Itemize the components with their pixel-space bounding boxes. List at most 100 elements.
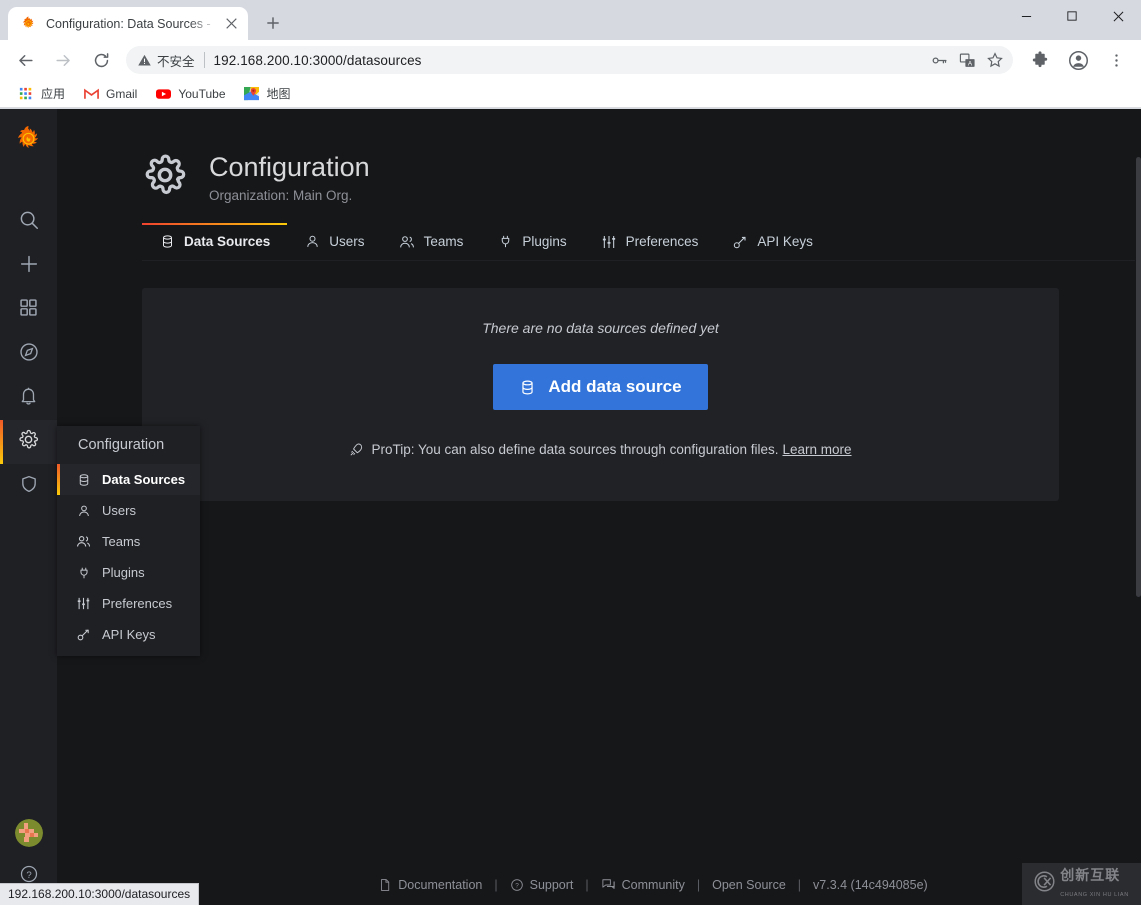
watermark-pinyin: CHUANG XIN HU LIAN bbox=[1060, 892, 1129, 898]
menu-icon[interactable] bbox=[1100, 44, 1132, 76]
user-icon bbox=[304, 234, 320, 249]
sidebar-item-dashboards[interactable] bbox=[0, 288, 57, 332]
sidebar-item-configuration[interactable] bbox=[0, 420, 57, 464]
bookmark-youtube[interactable]: YouTube bbox=[147, 82, 233, 106]
key-skeleton-icon bbox=[75, 627, 92, 642]
key-icon[interactable] bbox=[925, 46, 953, 74]
back-icon[interactable] bbox=[9, 44, 41, 76]
sidebar-item-server-admin[interactable] bbox=[0, 464, 57, 508]
sidebar-item-alerting[interactable] bbox=[0, 376, 57, 420]
avatar[interactable] bbox=[14, 819, 43, 847]
close-icon[interactable] bbox=[220, 13, 242, 35]
apps-grid-icon bbox=[18, 86, 34, 102]
footer-separator: | bbox=[494, 877, 498, 892]
window-controls bbox=[1003, 0, 1141, 32]
flyout-item-data-sources[interactable]: Data Sources bbox=[57, 464, 200, 495]
url-text: 192.168.200.10:3000/datasources bbox=[213, 52, 422, 68]
tab-data-sources[interactable]: Data Sources bbox=[142, 223, 288, 261]
watermark: 创新互联 CHUANG XIN HU LIAN bbox=[1022, 863, 1141, 905]
protip: ProTip: You can also define data sources… bbox=[142, 442, 1059, 457]
flyout-item-teams[interactable]: Teams bbox=[57, 526, 200, 557]
page-header: Configuration Organization: Main Org. bbox=[142, 109, 1135, 203]
footer-separator: | bbox=[585, 877, 589, 892]
svg-text:?: ? bbox=[26, 869, 31, 880]
footer-label: Documentation bbox=[398, 877, 483, 892]
flyout-item-plugins[interactable]: Plugins bbox=[57, 557, 200, 588]
user-icon bbox=[75, 504, 92, 518]
search-icon bbox=[18, 209, 40, 236]
bookmarks-bar: 应用 Gmail YouTube 地图 bbox=[0, 80, 1141, 108]
tab-teams[interactable]: Teams bbox=[382, 223, 481, 260]
page-subtitle: Organization: Main Org. bbox=[209, 188, 353, 204]
sidebar-item-explore[interactable] bbox=[0, 332, 57, 376]
footer-documentation[interactable]: Documentation bbox=[378, 878, 482, 892]
watermark-cn: 创新互联 bbox=[1060, 867, 1121, 883]
address-bar[interactable]: 不安全 192.168.200.10:3000/datasources A bbox=[126, 46, 1013, 74]
svg-text:?: ? bbox=[515, 882, 519, 889]
forward-icon[interactable] bbox=[47, 44, 79, 76]
question-circle-icon: ? bbox=[510, 878, 524, 892]
flyout-item-preferences[interactable]: Preferences bbox=[57, 588, 200, 619]
scrollbar-thumb[interactable] bbox=[1136, 157, 1141, 597]
omnibox-actions: A bbox=[925, 46, 1009, 74]
grafana-logo-icon[interactable] bbox=[0, 109, 57, 167]
flyout-item-users[interactable]: Users bbox=[57, 495, 200, 526]
browser-tab[interactable]: Configuration: Data Sources - bbox=[8, 7, 248, 40]
flyout-item-label: Data Sources bbox=[102, 472, 186, 487]
footer-label: Community bbox=[621, 877, 685, 892]
add-data-source-button[interactable]: Add data source bbox=[493, 364, 708, 411]
maximize-icon[interactable] bbox=[1049, 0, 1095, 32]
flyout-item-label: Preferences bbox=[102, 596, 173, 611]
users-icon bbox=[75, 534, 92, 549]
sliders-icon bbox=[601, 234, 617, 250]
gear-icon bbox=[142, 152, 188, 198]
page-title: Configuration bbox=[209, 152, 370, 182]
not-secure-indicator[interactable]: 不安全 bbox=[137, 51, 195, 70]
extensions-icon[interactable] bbox=[1024, 44, 1056, 76]
learn-more-link[interactable]: Learn more bbox=[782, 442, 851, 457]
new-tab-button[interactable] bbox=[258, 8, 288, 38]
bookmark-maps[interactable]: 地图 bbox=[236, 82, 299, 106]
bookmark-gmail[interactable]: Gmail bbox=[75, 82, 145, 106]
browser-window: Configuration: Data Sources - 不安全 192.16… bbox=[0, 0, 1141, 905]
footer-open-source[interactable]: Open Source bbox=[712, 878, 786, 892]
flyout-item-label: Teams bbox=[102, 534, 141, 549]
tab-plugins[interactable]: Plugins bbox=[480, 223, 583, 260]
flyout-title: Configuration bbox=[78, 437, 165, 453]
tab-label: Data Sources bbox=[184, 234, 271, 250]
grafana-app: ? Configuration Organization: Main Org. … bbox=[0, 109, 1141, 905]
window-close-icon[interactable] bbox=[1095, 0, 1141, 32]
bookmark-apps[interactable]: 应用 bbox=[10, 82, 73, 106]
database-icon bbox=[159, 234, 175, 249]
tab-users[interactable]: Users bbox=[287, 223, 381, 260]
profile-icon[interactable] bbox=[1062, 44, 1094, 76]
tab-preferences[interactable]: Preferences bbox=[584, 223, 716, 260]
footer-support[interactable]: ? Support bbox=[510, 878, 573, 892]
tab-api-keys[interactable]: API Keys bbox=[715, 223, 830, 260]
bookmark-label: YouTube bbox=[178, 86, 226, 101]
key-skeleton-icon bbox=[732, 234, 748, 250]
security-text: 不安全 bbox=[157, 54, 195, 69]
youtube-icon bbox=[155, 86, 171, 102]
footer-separator: | bbox=[696, 877, 701, 892]
tab-label: Preferences bbox=[625, 234, 699, 250]
minimize-icon[interactable] bbox=[1003, 0, 1049, 32]
plug-icon bbox=[497, 234, 513, 249]
vertical-scrollbar[interactable] bbox=[1136, 109, 1141, 905]
users-icon bbox=[399, 234, 415, 250]
empty-state-panel: There are no data sources defined yet Ad… bbox=[142, 288, 1059, 502]
sidebar-item-create[interactable] bbox=[0, 244, 57, 288]
star-icon[interactable] bbox=[981, 46, 1009, 74]
sidebar-item-search[interactable] bbox=[0, 200, 57, 244]
flyout-item-api-keys[interactable]: API Keys bbox=[57, 619, 200, 650]
footer-community[interactable]: Community bbox=[601, 877, 685, 892]
protip-text: ProTip: You can also define data sources… bbox=[371, 442, 779, 458]
document-icon bbox=[378, 878, 392, 892]
flyout-item-label: Users bbox=[102, 503, 136, 518]
database-icon bbox=[519, 379, 536, 396]
translate-icon[interactable]: A bbox=[953, 46, 981, 74]
bell-icon bbox=[18, 385, 39, 411]
tab-label: Plugins bbox=[522, 234, 567, 250]
reload-icon[interactable] bbox=[85, 44, 117, 76]
gear-icon bbox=[18, 429, 39, 455]
